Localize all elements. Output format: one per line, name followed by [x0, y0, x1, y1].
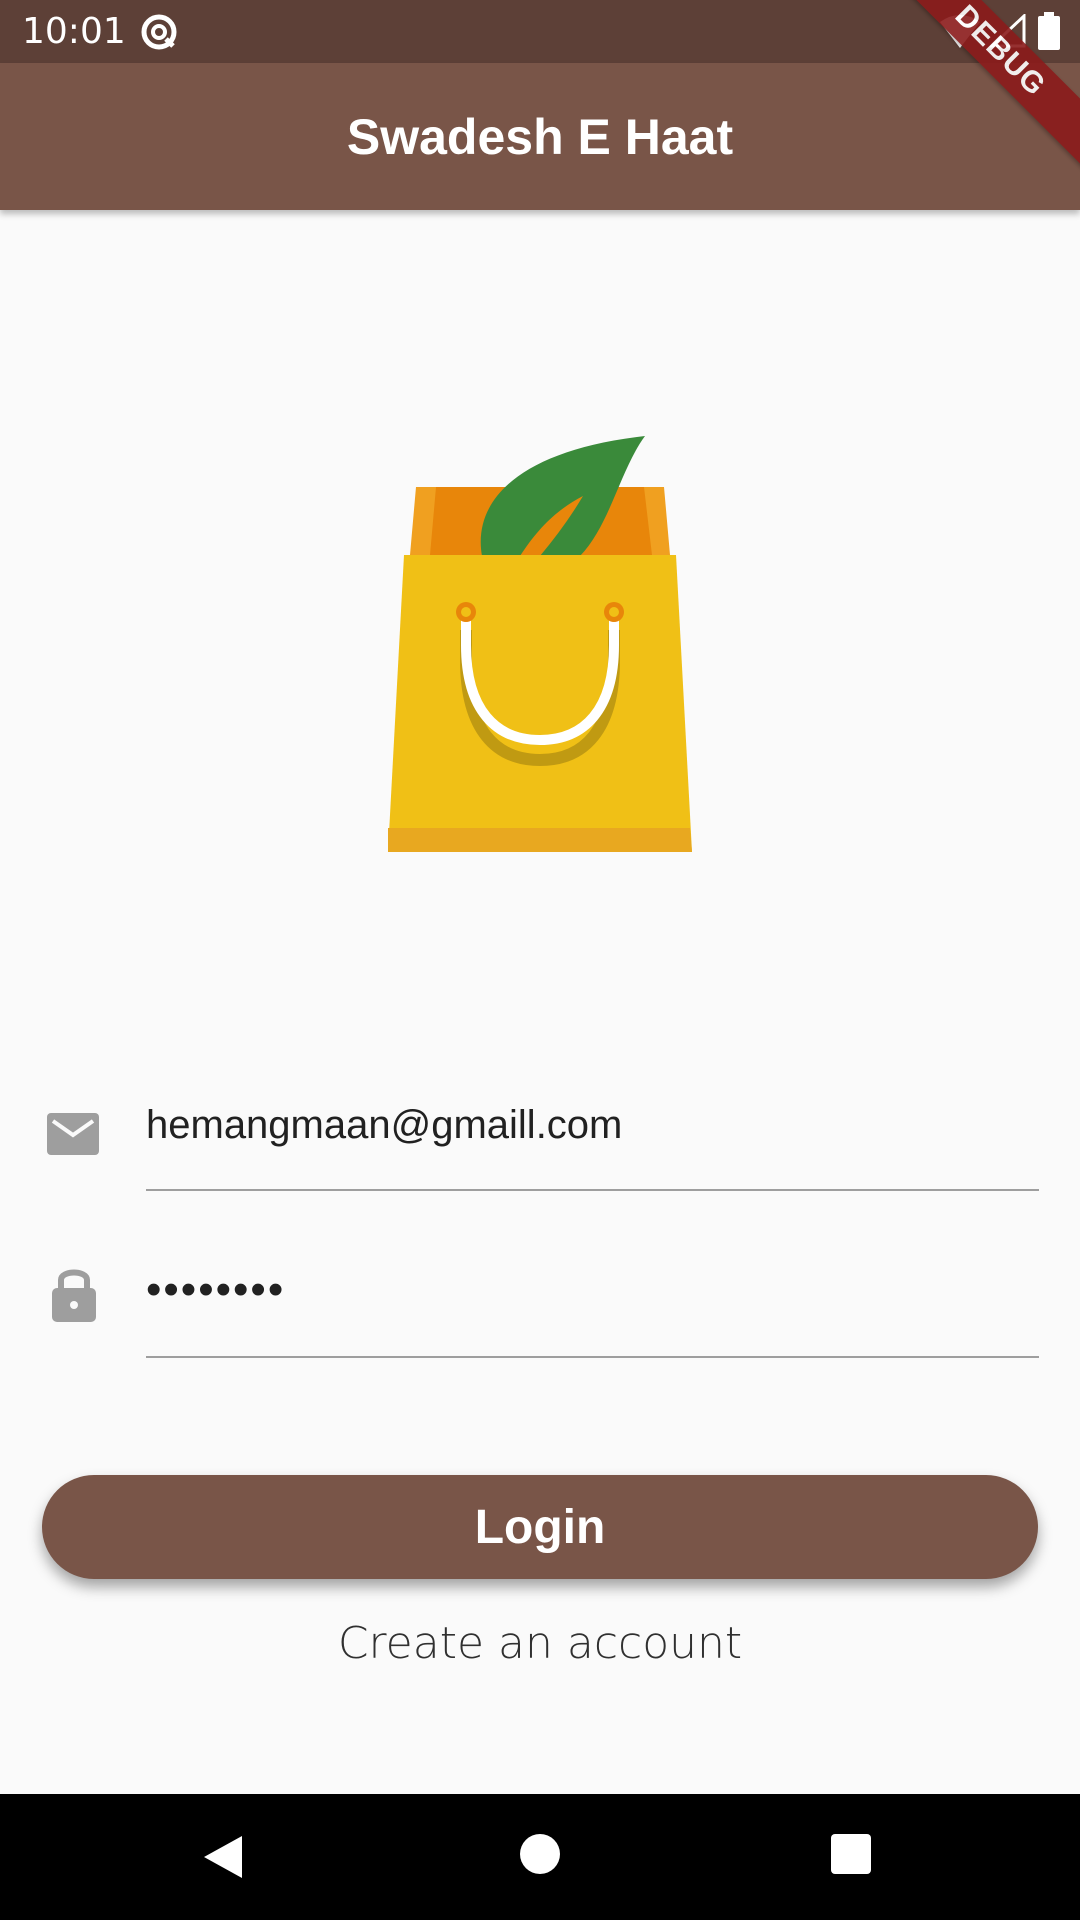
- status-time: 10:01: [22, 11, 126, 52]
- login-button[interactable]: Login: [42, 1475, 1038, 1579]
- create-account-link[interactable]: Create an account: [0, 1614, 1080, 1674]
- app-bar: Swadesh E Haat: [0, 63, 1080, 210]
- password-row: ••••••••: [0, 1240, 1080, 1360]
- lock-icon: [52, 1269, 96, 1322]
- password-field[interactable]: ••••••••: [146, 1260, 1039, 1320]
- password-field-underline: [146, 1356, 1039, 1358]
- recents-icon[interactable]: [831, 1834, 871, 1874]
- at-sign-circle-icon: [141, 14, 177, 50]
- status-bar: 10:01: [0, 0, 1080, 63]
- login-screen: 10:01 Swadesh E Haat DEBUG hemangmaan@gm…: [0, 0, 1080, 1920]
- app-title: Swadesh E Haat: [346, 109, 734, 165]
- back-icon[interactable]: [202, 1834, 244, 1880]
- email-field-underline: [146, 1189, 1039, 1191]
- email-row: [0, 1075, 1080, 1195]
- navigation-bar: [0, 1794, 1080, 1920]
- email-field[interactable]: [146, 1095, 1039, 1155]
- shopping-bag-leaf-icon: [388, 436, 692, 852]
- mail-icon: [47, 1113, 99, 1155]
- home-icon[interactable]: [520, 1834, 560, 1874]
- battery-icon: [1038, 12, 1060, 50]
